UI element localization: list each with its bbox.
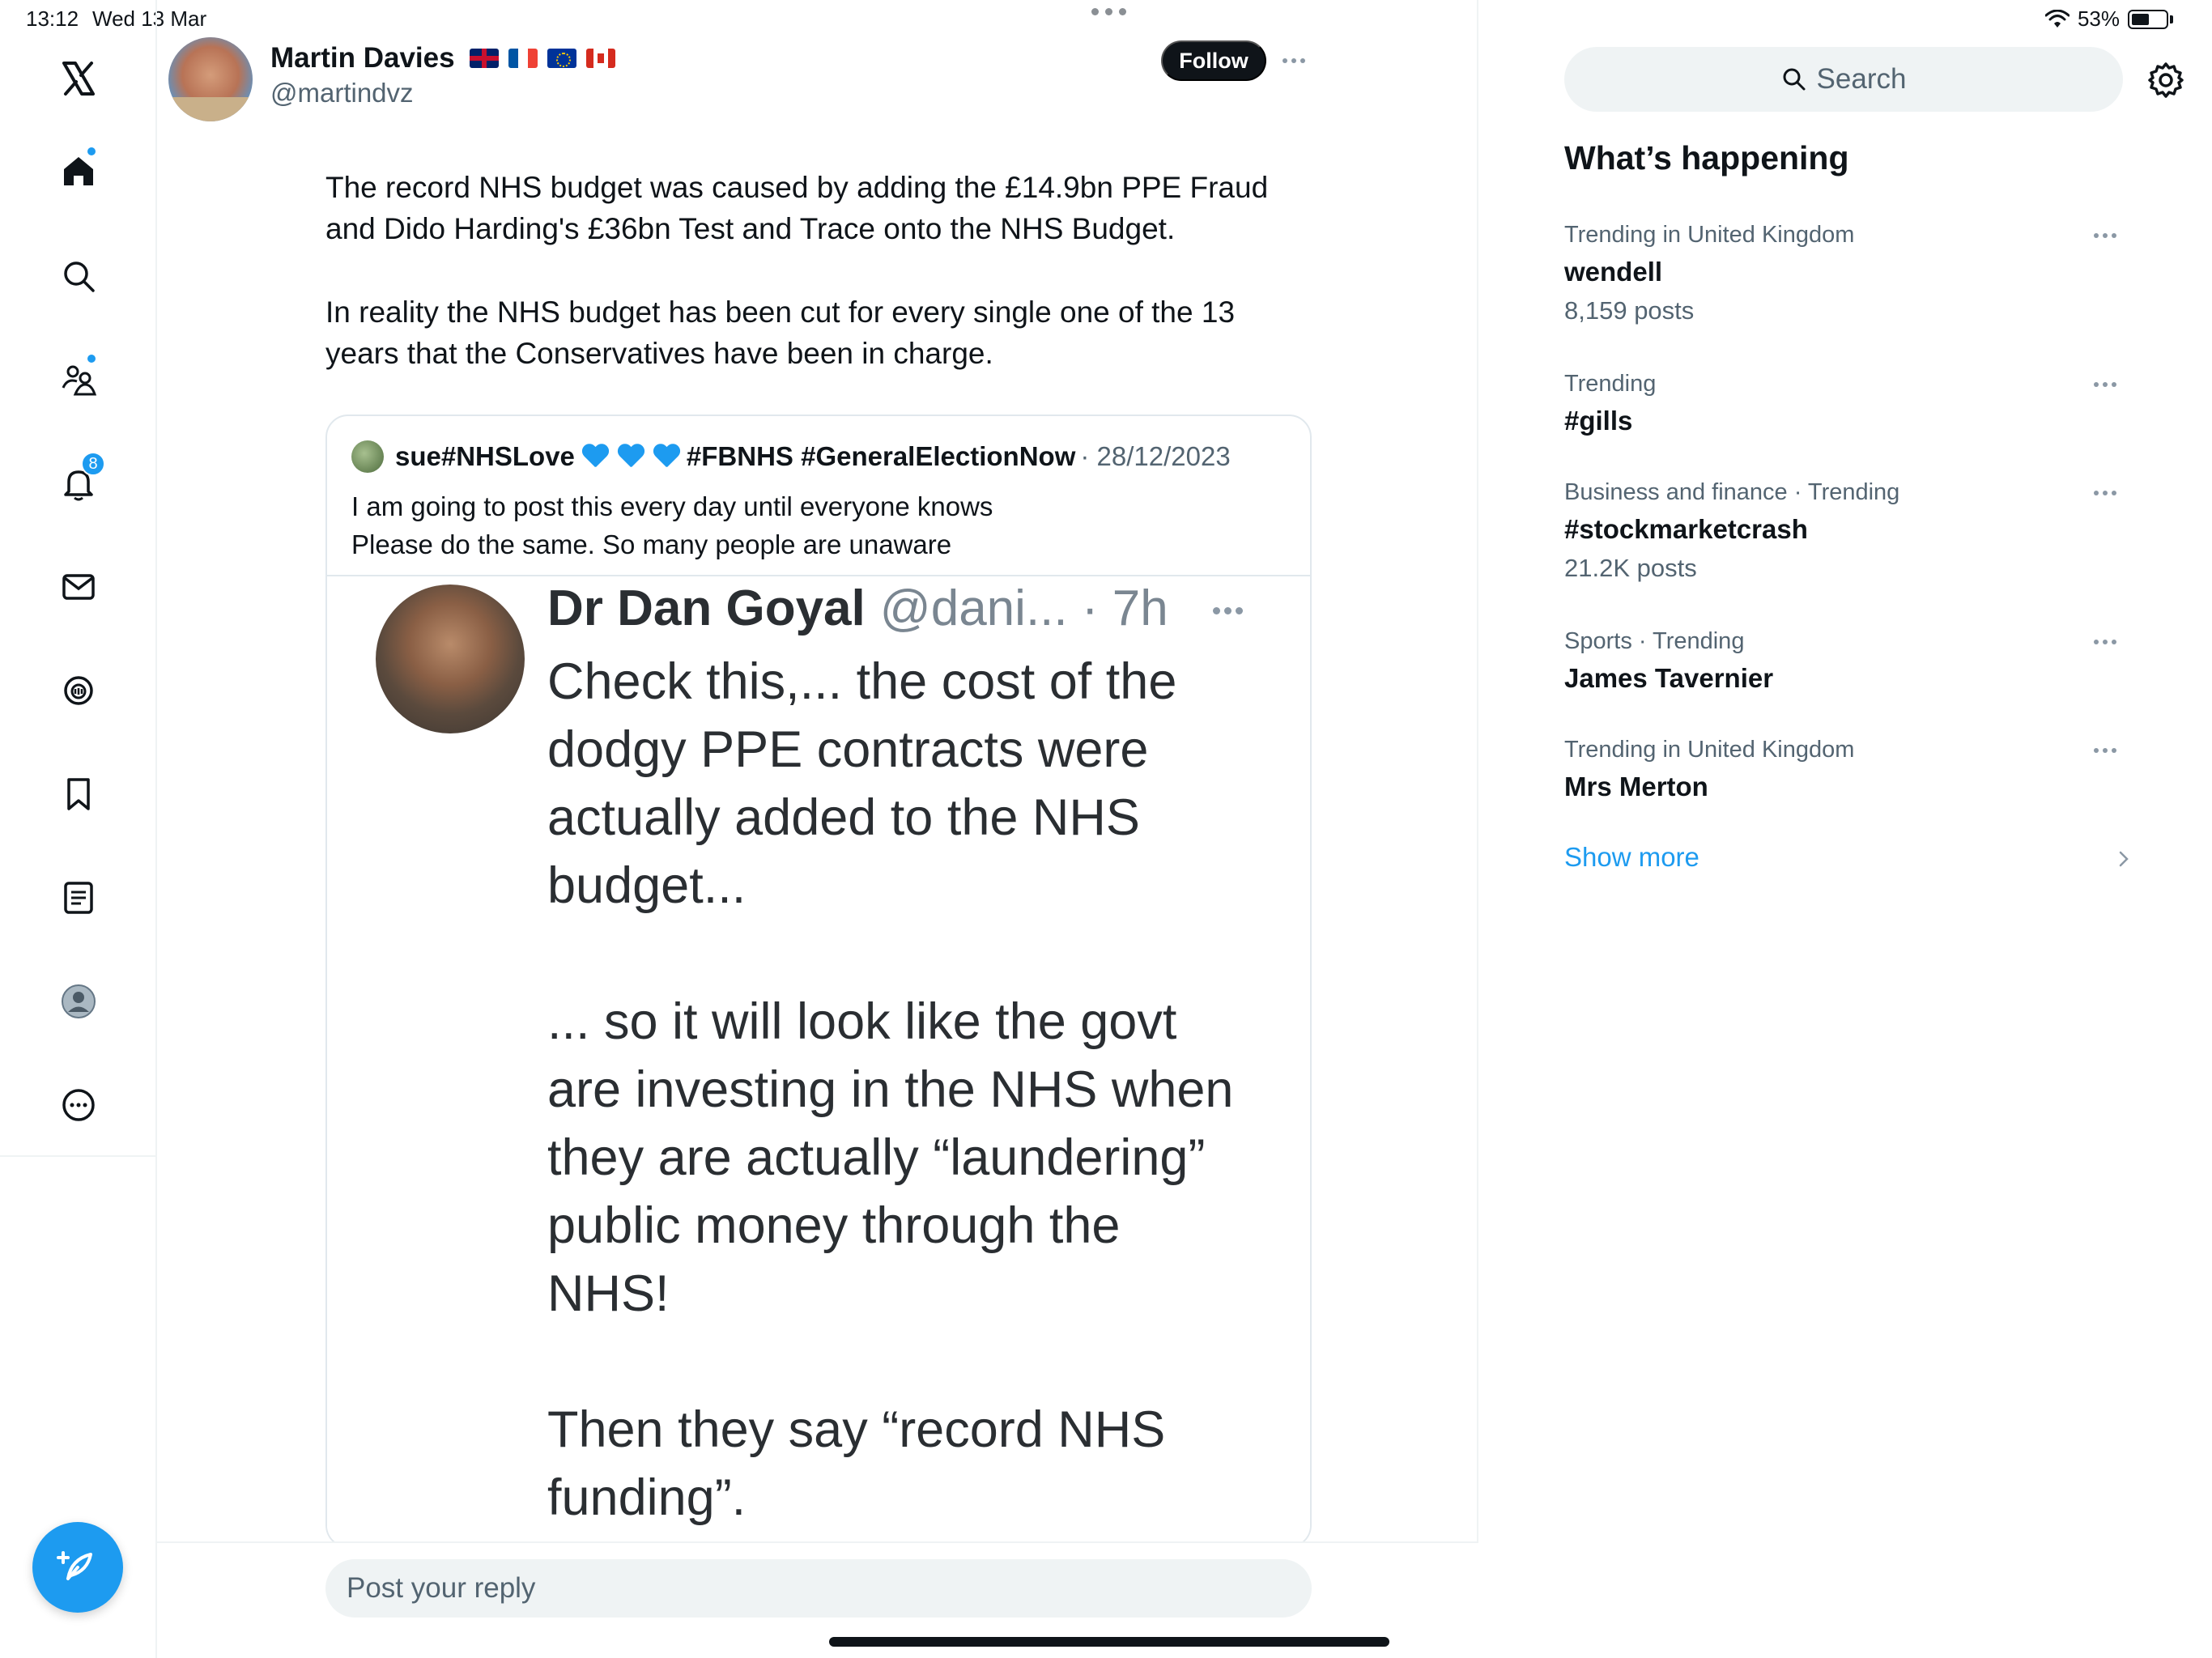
embedded-screenshot[interactable]: Dr Dan Goyal @dani... · 7h Check this,..…	[327, 576, 1310, 1546]
blue-heart-icon	[653, 444, 680, 469]
grok-icon[interactable]	[50, 662, 107, 719]
embedded-text: Check this,... the cost of the dodgy PPE…	[547, 653, 1234, 1526]
trend-more-icon[interactable]	[2094, 748, 2116, 753]
trend-more-icon[interactable]	[2094, 233, 2116, 238]
explore-icon[interactable]	[50, 248, 107, 304]
france-flag-icon	[508, 49, 538, 68]
bookmarks-icon[interactable]	[50, 766, 107, 823]
lists-icon[interactable]	[50, 869, 107, 926]
embedded-more-icon	[1213, 607, 1243, 614]
nav-divider	[0, 1155, 157, 1157]
left-nav: 8	[0, 0, 157, 1658]
trend-more-icon[interactable]	[2094, 640, 2116, 644]
quote-date: · 28/12/2023	[1080, 441, 1231, 471]
more-icon[interactable]	[50, 1077, 107, 1133]
eu-flag-icon	[547, 49, 576, 68]
quote-author-hashtags: #FBNHS #GeneralElectionNow	[686, 441, 1076, 471]
search-input[interactable]: Search	[1564, 47, 2123, 112]
search-label: Search	[1816, 63, 1907, 95]
wifi-icon	[2044, 9, 2069, 28]
trend-more-icon[interactable]	[2094, 382, 2116, 387]
home-dot-badge	[86, 146, 97, 157]
notifications-icon[interactable]: 8	[50, 452, 107, 512]
profile-icon[interactable]	[50, 973, 107, 1030]
settings-gear-icon[interactable]	[2146, 60, 2186, 100]
tweet-paragraph-1: The record NHS budget was caused by addi…	[325, 171, 1269, 245]
communities-icon[interactable]	[50, 351, 107, 408]
blue-heart-icon	[617, 444, 644, 469]
tweet-paragraph-2: In reality the NHS budget has been cut f…	[325, 295, 1236, 370]
notifications-count-badge: 8	[81, 452, 105, 476]
embedded-author-handle: @dani... · 7h	[879, 580, 1168, 636]
battery-percent: 53%	[2077, 6, 2120, 31]
quoted-tweet-card[interactable]: sue#NHSLove #FBNHS #GeneralElectionNow ·…	[325, 414, 1312, 1548]
trend-name: wendell	[1564, 257, 1663, 287]
embedded-author-name: Dr Dan Goyal	[547, 580, 866, 636]
trend-context: Business and finance · Trending	[1564, 479, 1900, 505]
quote-line-1: I am going to post this every day until …	[351, 491, 993, 521]
quote-author-name: sue#NHSLove	[395, 441, 575, 471]
reply-input[interactable]	[325, 1559, 1312, 1618]
uk-flag-icon	[469, 49, 499, 68]
embedded-header: Dr Dan Goyal @dani... · 7h	[547, 580, 1168, 637]
trend-context: Trending in United Kingdom	[1564, 737, 1855, 763]
search-icon	[1783, 68, 1806, 91]
battery-tip	[2170, 15, 2173, 23]
chevron-right-icon[interactable]	[2115, 850, 2133, 868]
communities-dot-badge	[86, 353, 97, 364]
author-name[interactable]: Martin Davies	[270, 42, 455, 74]
canada-flag-icon	[585, 49, 615, 68]
author-handle[interactable]: @martindvz	[270, 78, 414, 108]
trend-item[interactable]: Trending in United Kingdom wendell 8,159…	[1564, 217, 2147, 330]
trend-item[interactable]: Trending in United Kingdom Mrs Merton	[1564, 732, 2147, 806]
compose-button[interactable]	[32, 1522, 123, 1613]
x-logo-icon[interactable]	[50, 50, 107, 107]
trend-item[interactable]: Trending #gills	[1564, 366, 2147, 440]
trend-name: #stockmarketcrash	[1564, 514, 1808, 544]
trend-name: James Tavernier	[1564, 663, 1774, 693]
quote-line-2: Please do the same. So many people are u…	[351, 529, 952, 559]
trend-name: #gills	[1564, 406, 1633, 436]
trend-context: Trending	[1564, 371, 1657, 397]
trend-item[interactable]: Sports · Trending James Tavernier	[1564, 623, 2147, 698]
battery-icon	[2128, 9, 2168, 29]
quote-header: sue#NHSLove #FBNHS #GeneralElectionNow ·…	[351, 440, 1231, 473]
trend-posts: 21.2K posts	[1564, 554, 1697, 582]
tweet-more-icon[interactable]	[1283, 58, 1305, 63]
home-icon[interactable]	[50, 142, 107, 199]
status-indicators: 53%	[2044, 6, 2173, 32]
trend-context: Sports · Trending	[1564, 628, 1745, 654]
author-line: Martin Davies	[270, 42, 615, 74]
quote-text: I am going to post this every day until …	[351, 487, 993, 563]
quote-avatar	[351, 440, 384, 473]
trend-name: Mrs Merton	[1564, 772, 1708, 801]
messages-icon[interactable]	[50, 559, 107, 615]
trend-item[interactable]: Business and finance · Trending #stockma…	[1564, 474, 2147, 588]
embedded-author-avatar	[376, 585, 525, 733]
author-avatar[interactable]	[168, 37, 253, 121]
blue-heart-icon	[581, 444, 609, 469]
trend-more-icon[interactable]	[2094, 491, 2116, 495]
tweet-text: The record NHS budget was caused by addi…	[325, 167, 1313, 374]
show-more-link[interactable]: Show more	[1564, 842, 1699, 873]
trend-context: Trending in United Kingdom	[1564, 222, 1855, 248]
author-flags	[469, 49, 615, 68]
trend-posts: 8,159 posts	[1564, 296, 1695, 325]
compose-feather-icon	[57, 1551, 92, 1580]
home-indicator[interactable]	[829, 1637, 1389, 1647]
follow-button[interactable]: Follow	[1161, 40, 1266, 81]
whats-happening-title: What’s happening	[1564, 139, 1849, 176]
